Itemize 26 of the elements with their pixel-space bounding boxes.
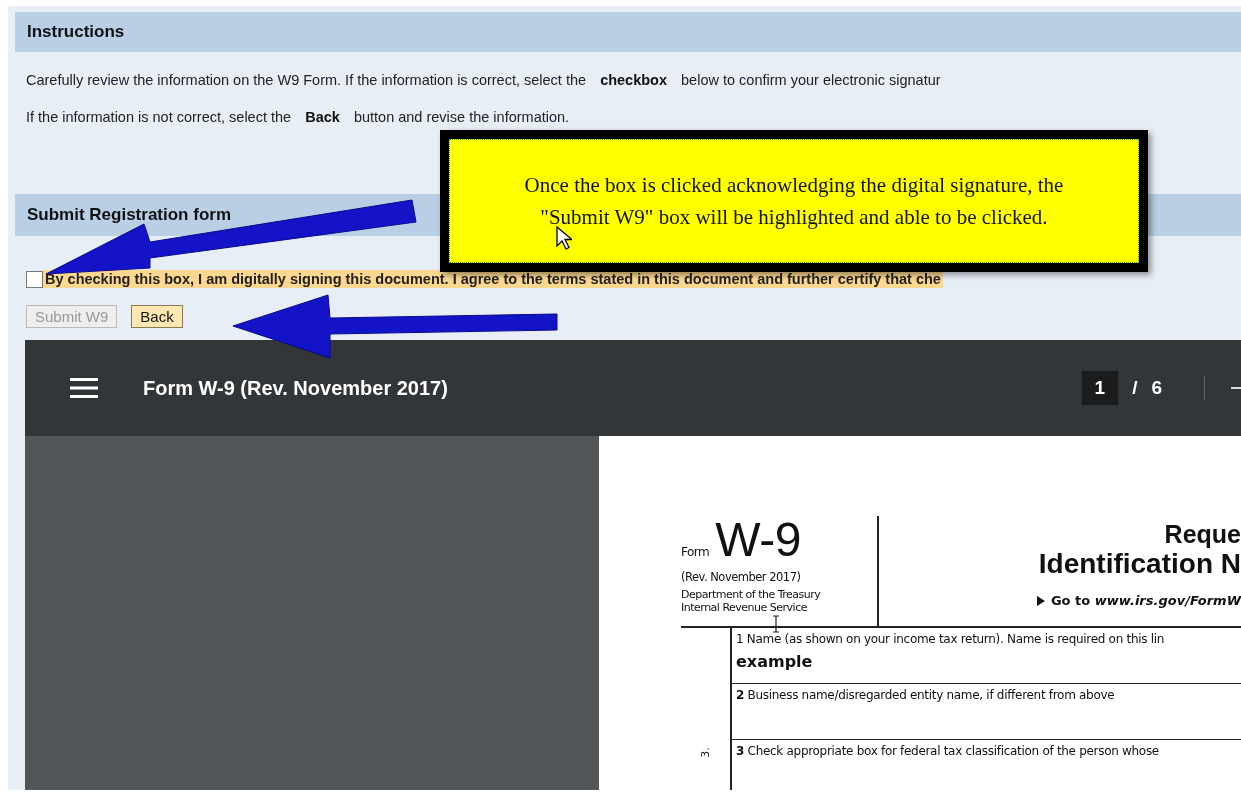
- field-label: 1 Name (as shown on your income tax return). Name is required on this lin: [736, 632, 1166, 646]
- page-number-field[interactable]: 1: [1081, 371, 1119, 405]
- checkbox[interactable]: [26, 270, 43, 288]
- department-text: Department of the Treasury: [681, 588, 822, 601]
- section-header: Instructions: [15, 12, 1241, 52]
- triangle-icon: [1036, 595, 1045, 606]
- agreement-text: By checking this box, I am digitally signing this document. I agree to the terms stated in this document and further certify that che: [43, 270, 943, 288]
- field-label: 3 Check appropriate box for federal tax classification of the person whose: [736, 744, 1160, 758]
- service-text: Internal Revenue Service: [681, 601, 807, 614]
- form-title: Identification N: [1037, 549, 1241, 579]
- form-number: W-9: [715, 516, 801, 564]
- document-title: Form W-9 (Rev. November 2017): [143, 376, 448, 400]
- pointer-icon: [556, 226, 572, 250]
- menu-icon[interactable]: [70, 377, 98, 399]
- field-label: 2 Business name/disregarded entity name, if different from above: [736, 688, 1116, 702]
- field-value: example: [736, 652, 814, 671]
- go-to-text: Go to www.irs.gov/FormW: [1050, 593, 1241, 608]
- instruction-text: If the information is not correct, select the Back button and revise the information.: [26, 109, 571, 125]
- back-button[interactable]: Back: [131, 305, 183, 328]
- form-label: Form: [681, 545, 710, 559]
- revision-text: (Rev. November 2017): [681, 570, 802, 584]
- page-count: 6: [1151, 377, 1162, 399]
- page-separator: /: [1132, 377, 1138, 399]
- form-title: Reque: [1163, 520, 1241, 549]
- side-label: 3.: [699, 747, 712, 758]
- instruction-text: Carefully review the information on the W9 Form. If the information is correct, select the checkbox below to confirm your electronic signatur: [26, 72, 942, 88]
